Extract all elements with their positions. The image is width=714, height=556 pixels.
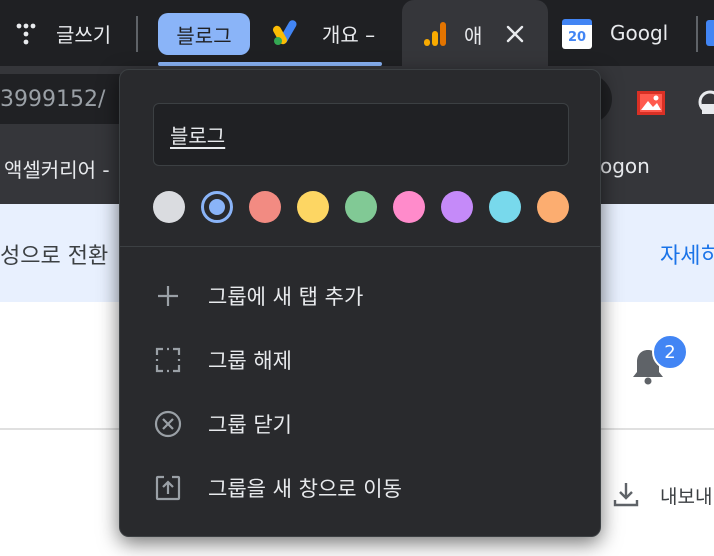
menu-item-label: 그룹 해제 — [208, 349, 292, 373]
menu-item-ungroup[interactable]: 그룹 해제 — [120, 328, 600, 392]
tab-analytics-active[interactable]: 애 — [402, 0, 548, 66]
color-red[interactable] — [249, 191, 281, 223]
ungroup-icon — [154, 346, 182, 374]
tab-label: 애 — [464, 24, 483, 48]
tab-group-chip[interactable]: 블로그 — [158, 13, 250, 55]
analytics-favicon-icon — [422, 20, 448, 48]
group-name-input[interactable]: 블로그 — [153, 103, 569, 166]
tab-strip: 글쓰기 블로그 개요 – 애 20 Googl — [0, 0, 714, 66]
google-ads-favicon-icon — [272, 20, 302, 46]
address-text: 3999152/ — [0, 86, 106, 112]
image-extension-icon[interactable] — [636, 90, 666, 116]
calendar-day: 20 — [567, 29, 587, 45]
calendar-favicon-icon: 20 — [562, 19, 592, 49]
move-window-icon — [154, 474, 182, 502]
menu-item-move-to-window[interactable]: 그룹을 새 창으로 이동 — [120, 456, 600, 520]
tab-write[interactable]: 글쓰기 — [8, 0, 136, 66]
menu-item-label: 그룹에 새 탭 추가 — [208, 285, 364, 309]
tab-ads-overview[interactable]: 개요 – — [262, 0, 392, 66]
bookmark-item[interactable]: 액셀커리어 - — [4, 154, 110, 183]
plus-icon — [154, 282, 182, 310]
color-grey[interactable] — [153, 191, 185, 223]
color-green[interactable] — [345, 191, 377, 223]
menu-item-close-group[interactable]: 그룹 닫기 — [120, 392, 600, 456]
tab-label: Googl — [610, 21, 669, 45]
tab-separator — [696, 16, 698, 52]
close-circle-icon — [154, 410, 182, 438]
menu-item-label: 그룹 닫기 — [208, 413, 292, 437]
export-button[interactable]: 내보내 — [660, 482, 712, 509]
download-icon[interactable] — [610, 478, 642, 510]
tab-google-calendar[interactable]: 20 Googl — [552, 0, 702, 66]
color-purple[interactable] — [441, 191, 473, 223]
next-tab-favicon-icon[interactable] — [706, 20, 714, 46]
tab-group-menu: 블로그 그룹에 새 탭 추가 그룹 해제 그룹 닫기 그룹을 새 창으로 이동 — [119, 69, 601, 537]
group-name-value: 블로그 — [170, 124, 226, 148]
notification-count-badge: 2 — [652, 334, 688, 370]
menu-item-label: 그룹을 새 창으로 이동 — [208, 477, 402, 501]
menu-separator — [120, 246, 600, 247]
color-blue[interactable] — [201, 191, 233, 223]
menu-item-add-tab[interactable]: 그룹에 새 탭 추가 — [120, 264, 600, 328]
color-yellow[interactable] — [297, 191, 329, 223]
extension-icon[interactable] — [698, 90, 714, 116]
close-tab-icon[interactable] — [502, 21, 528, 47]
tab-label: 개요 – — [322, 22, 376, 47]
color-orange[interactable] — [537, 191, 569, 223]
bookmark-item[interactable]: ogon — [600, 154, 650, 178]
learn-more-link[interactable]: 자세히 — [660, 238, 714, 270]
color-cyan[interactable] — [489, 191, 521, 223]
tab-separator — [136, 16, 138, 52]
tab-label: 글쓰기 — [56, 22, 112, 47]
dots-favicon-icon — [14, 22, 38, 46]
color-pink[interactable] — [393, 191, 425, 223]
banner-text: 성으로 전환 — [0, 244, 109, 269]
